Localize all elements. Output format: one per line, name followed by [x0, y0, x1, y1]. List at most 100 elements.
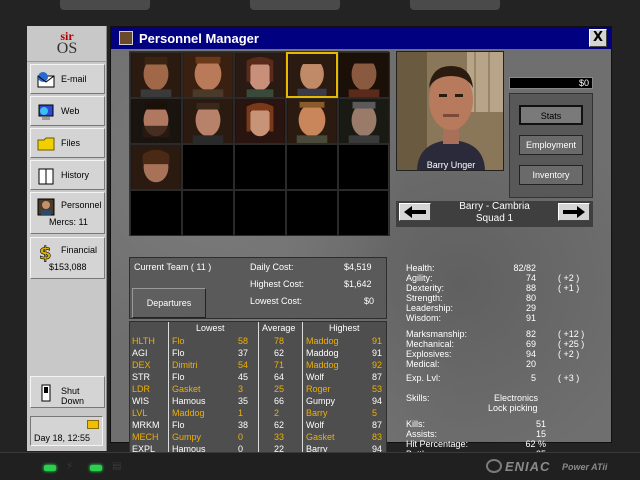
lowest-merc-name: Flo — [172, 336, 185, 346]
attribute-delta: ( +2 ) — [558, 273, 580, 283]
attribute-row: Medical: 20 — [406, 359, 586, 369]
financial-button[interactable]: $ Financial $153,088 — [30, 237, 105, 279]
attribute-label: Agility: — [406, 273, 433, 283]
record-value: 51 — [535, 419, 546, 429]
personnel-manager-window: Personnel Manager X Current Team (11) … — [110, 26, 612, 469]
title-bar[interactable]: Personnel Manager X — [111, 27, 611, 49]
attribute-value: 29 — [525, 303, 536, 313]
lowest-cost-value: $0 — [364, 296, 375, 306]
merc-name-location: Barry - Cambria — [459, 201, 530, 212]
average-value: 25 — [274, 384, 285, 394]
merc-portrait[interactable] — [338, 52, 390, 98]
web-button[interactable]: Web — [30, 96, 105, 126]
merc-portrait[interactable] — [338, 98, 390, 144]
attribute-delta: ( +12 ) — [558, 329, 585, 339]
files-button[interactable]: Files — [30, 128, 105, 158]
daily-cost-label: Daily Cost: — [250, 262, 294, 272]
folder-icon[interactable] — [87, 420, 99, 429]
stat-row: WIS Hamous 35 66 Gumpy 94 — [130, 396, 388, 406]
lowest-value: 38 — [238, 420, 249, 430]
average-value: 66 — [274, 396, 285, 406]
attribute-row: Dexterity: 88 ( +1 ) — [406, 283, 586, 293]
team-stats-table: Lowest Average Highest HLTH Flo 58 78 Maddog… — [129, 321, 388, 466]
lowest-merc-name: Flo — [172, 348, 185, 358]
stat-row: DEX Dimitri 54 71 Maddog 92 — [130, 360, 388, 370]
merc-portrait[interactable] — [182, 98, 234, 144]
attribute-delta: ( +2 ) — [558, 349, 580, 359]
lowest-value: 0 — [238, 432, 244, 442]
window-icon — [119, 31, 133, 45]
merc-portrait[interactable] — [130, 98, 182, 144]
stat-name: AGI — [132, 348, 148, 358]
stats-button[interactable]: Stats — [519, 105, 583, 125]
attribute-label: Leadership: — [406, 303, 454, 313]
power-switch-icon — [41, 384, 51, 402]
lowest-value: 58 — [238, 336, 249, 346]
history-button[interactable]: History — [30, 160, 105, 190]
attribute-row: Strength: 80 — [406, 293, 586, 303]
merc-navigation: Barry - Cambria Squad 1 — [396, 201, 593, 227]
highest-cost-value: $1,642 — [344, 279, 372, 289]
lowest-header: Lowest — [196, 323, 225, 333]
attribute-row: Explosives: 94 ( +2 ) — [406, 349, 586, 359]
empty-slot — [234, 190, 286, 236]
attribute-row: Leadership: 29 — [406, 303, 586, 313]
stat-name: STR — [132, 372, 150, 382]
stat-row: HLTH Flo 58 78 Maddog 91 — [130, 336, 388, 346]
highest-header: Highest — [329, 323, 360, 333]
personnel-icon — [37, 198, 55, 216]
merc-portrait[interactable] — [234, 52, 286, 98]
attribute-value: 69 — [525, 339, 536, 349]
shutdown-button[interactable]: Shut Down — [30, 376, 105, 408]
inventory-button[interactable]: Inventory — [519, 165, 583, 185]
attribute-label: Mechanical: — [406, 339, 455, 349]
financial-label: Financial — [61, 245, 98, 255]
merc-squad: Squad 1 — [475, 213, 514, 224]
highest-merc-name: Maddog — [306, 360, 339, 370]
empty-slot — [182, 190, 234, 236]
stat-name: MRKM — [132, 420, 160, 430]
highest-merc-name: Gasket — [306, 432, 335, 442]
personnel-button[interactable]: Personnel Mercs: 11 — [30, 192, 105, 234]
merc-portrait[interactable] — [130, 52, 182, 98]
stat-name: WIS — [132, 396, 149, 406]
stat-name: MECH — [132, 432, 159, 442]
average-header: Average — [262, 323, 296, 333]
stat-row: MRKM Flo 38 62 Wolf 87 — [130, 420, 388, 430]
money-display: $0 — [509, 77, 593, 89]
employment-button[interactable]: Employment — [519, 135, 583, 155]
screen-clip — [60, 0, 150, 10]
merc-face-icon — [183, 53, 233, 97]
merc-portrait[interactable] — [182, 52, 234, 98]
window-content: Current Team ( 11 ) Daily Cost: $4,519 H… — [111, 49, 611, 469]
attribute-value: 74 — [525, 273, 536, 283]
web-label: Web — [61, 106, 80, 116]
merc-face-icon — [288, 54, 336, 96]
current-team-label: Current Team ( 11 ) — [134, 262, 212, 272]
skill-name: Electronics — [494, 393, 539, 403]
lowest-merc-name: Hamous — [172, 396, 206, 406]
departures-button[interactable]: Departures — [132, 288, 206, 318]
merc-photo-icon — [397, 52, 503, 170]
next-merc-button[interactable] — [558, 203, 590, 221]
record-label: Kills: — [406, 419, 426, 429]
empty-slot — [286, 190, 338, 236]
average-value: 62 — [274, 348, 285, 358]
book-icon — [38, 168, 54, 185]
merc-portrait-selected[interactable] — [286, 52, 338, 98]
merc-portrait[interactable] — [234, 98, 286, 144]
highest-merc-name: Barry — [306, 408, 328, 418]
stat-name: LDR — [132, 384, 151, 394]
empty-slot — [338, 144, 390, 190]
merc-portrait[interactable] — [130, 144, 182, 190]
stat-row: STR Flo 45 64 Wolf 87 — [130, 372, 388, 382]
close-button[interactable]: X — [589, 29, 607, 47]
highest-cost-label: Highest Cost: — [250, 279, 305, 289]
arrow-right-icon — [563, 206, 585, 218]
previous-merc-button[interactable] — [399, 203, 431, 221]
merc-portrait[interactable] — [286, 98, 338, 144]
stat-row: AGI Flo 37 62 Maddog 91 — [130, 348, 388, 358]
attribute-row: Exp. Lvl: 5 ( +3 ) — [406, 373, 586, 383]
email-button[interactable]: E-mail — [30, 64, 105, 94]
record-label: Assists: — [406, 429, 438, 439]
